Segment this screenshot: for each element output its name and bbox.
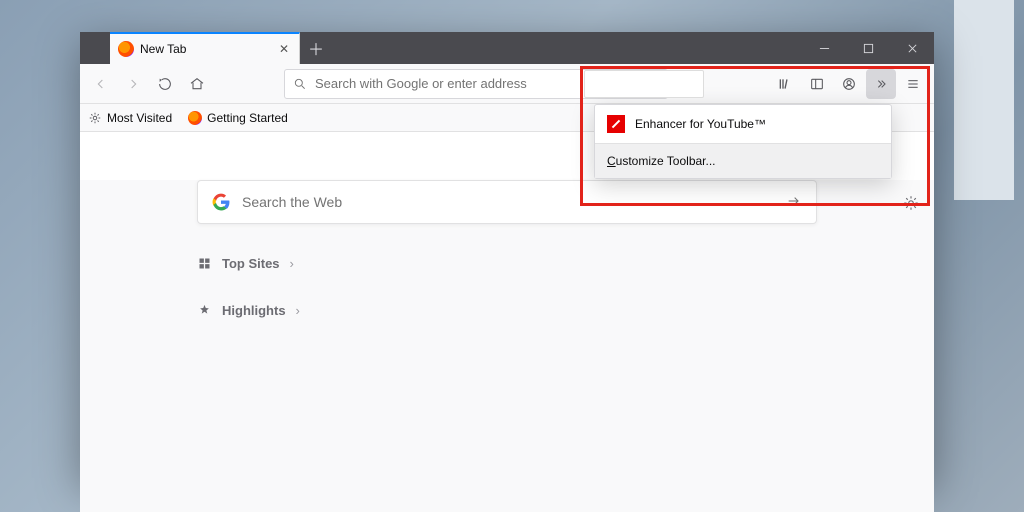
app-menu-button[interactable]	[898, 69, 928, 99]
newtab-search-placeholder: Search the Web	[242, 194, 342, 210]
top-sites-section-header[interactable]: Top Sites ›	[197, 256, 817, 271]
bookmark-label: Most Visited	[107, 111, 172, 125]
highlights-section-header[interactable]: Highlights ›	[197, 303, 817, 318]
overflow-customize-toolbar[interactable]: Customize Toolbar...	[595, 143, 891, 178]
tab-title: New Tab	[140, 42, 186, 56]
back-button[interactable]	[86, 69, 116, 99]
search-go-icon[interactable]	[786, 193, 802, 212]
home-button[interactable]	[182, 69, 212, 99]
browser-window: New Tab ✕ ＋ Search with Google o	[80, 32, 934, 482]
titlebar: New Tab ✕ ＋	[80, 32, 934, 64]
grid-icon	[197, 256, 212, 271]
overflow-item-label: Enhancer for YouTube™	[635, 117, 766, 131]
url-bar-placeholder: Search with Google or enter address	[315, 76, 527, 91]
section-label: Top Sites	[222, 256, 280, 271]
section-label: Highlights	[222, 303, 286, 318]
firefox-favicon-icon	[188, 111, 202, 125]
overflow-menu-panel: Enhancer for YouTube™ Customize Toolbar.…	[594, 104, 892, 179]
forward-button[interactable]	[118, 69, 148, 99]
overflow-menu-button[interactable]	[866, 69, 896, 99]
reload-button[interactable]	[150, 69, 180, 99]
bookmark-getting-started[interactable]: Getting Started	[188, 111, 288, 125]
window-close-button[interactable]	[890, 32, 934, 64]
newtab-settings-button[interactable]	[902, 194, 922, 214]
tab-close-button[interactable]: ✕	[277, 42, 291, 56]
bookmark-most-visited[interactable]: Most Visited	[88, 111, 172, 125]
window-maximize-button[interactable]	[846, 32, 890, 64]
account-button[interactable]	[834, 69, 864, 99]
chevron-right-icon: ›	[296, 303, 300, 318]
overflow-item-extension[interactable]: Enhancer for YouTube™	[595, 105, 891, 143]
sidebar-button[interactable]	[802, 69, 832, 99]
gear-icon	[88, 111, 102, 125]
newtab-search-box[interactable]: Search the Web	[197, 180, 817, 224]
enhancer-youtube-icon	[607, 115, 625, 133]
highlights-icon	[197, 303, 212, 318]
toolbar-empty-slot[interactable]	[584, 70, 704, 98]
page-content: Search the Web Top Sites › Highlights ›	[80, 180, 934, 512]
overflow-item-label: Customize Toolbar...	[607, 154, 716, 168]
window-minimize-button[interactable]	[802, 32, 846, 64]
bookmark-label: Getting Started	[207, 111, 288, 125]
chevron-right-icon: ›	[290, 256, 294, 271]
google-logo-icon	[212, 193, 230, 211]
search-icon	[293, 77, 307, 91]
firefox-favicon-icon	[118, 41, 134, 57]
new-tab-button[interactable]: ＋	[300, 32, 332, 64]
tab-active[interactable]: New Tab ✕	[110, 32, 300, 64]
library-button[interactable]	[770, 69, 800, 99]
nav-toolbar: Search with Google or enter address	[80, 64, 934, 104]
